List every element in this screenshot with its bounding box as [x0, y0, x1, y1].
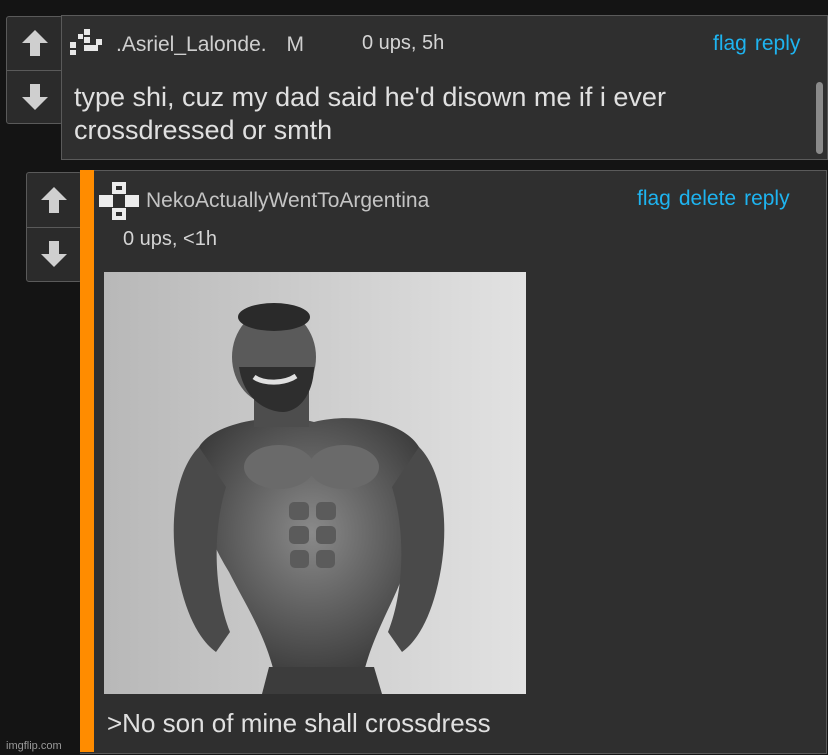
flag-link[interactable]: flag: [713, 32, 747, 56]
comment1-meta: 0 ups, 5h: [362, 32, 445, 54]
up-arrow-icon: [41, 186, 67, 213]
vote-column-comment2: [26, 172, 82, 282]
flag-link[interactable]: flag: [637, 187, 671, 211]
comment1-line1: type shi, cuz my dad said he'd disown me…: [74, 82, 666, 112]
downvote-button[interactable]: [7, 71, 62, 124]
vote-column-comment1: [6, 16, 63, 124]
reply-accent-bar: [80, 170, 94, 752]
upvote-button[interactable]: [7, 17, 62, 71]
user-avatar-asriel: [70, 29, 102, 55]
user-badge: M: [286, 33, 304, 56]
down-arrow-icon: [21, 83, 48, 110]
username-link[interactable]: .Asriel_Lalonde.: [116, 33, 267, 56]
comment1-line2: crossdressed or smth: [74, 115, 333, 145]
upvote-button[interactable]: [27, 173, 81, 228]
delete-link[interactable]: delete: [679, 187, 736, 211]
muscular-man-photo: [104, 272, 526, 694]
comment1-actions: flag reply: [713, 32, 800, 56]
down-arrow-icon: [41, 241, 67, 268]
reply-link[interactable]: reply: [755, 32, 801, 56]
user-avatar-neko: [99, 182, 139, 220]
comment2-actions: flag delete reply: [637, 187, 790, 211]
comment-image[interactable]: [104, 272, 526, 694]
downvote-button[interactable]: [27, 228, 81, 282]
comment2-meta: 0 ups, <1h: [123, 228, 217, 250]
reply-link[interactable]: reply: [744, 187, 790, 211]
imgflip-watermark: imgflip.com: [6, 740, 62, 752]
comment2-username[interactable]: NekoActuallyWentToArgentina: [146, 189, 429, 213]
up-arrow-icon: [21, 30, 48, 57]
comment1-body: type shi, cuz my dad said he'd disown me…: [74, 81, 666, 147]
scrollbar[interactable]: [816, 82, 823, 154]
comment2-caption: >No son of mine shall crossdress: [107, 708, 491, 738]
comment1-username[interactable]: .Asriel_Lalonde. M: [116, 33, 304, 57]
